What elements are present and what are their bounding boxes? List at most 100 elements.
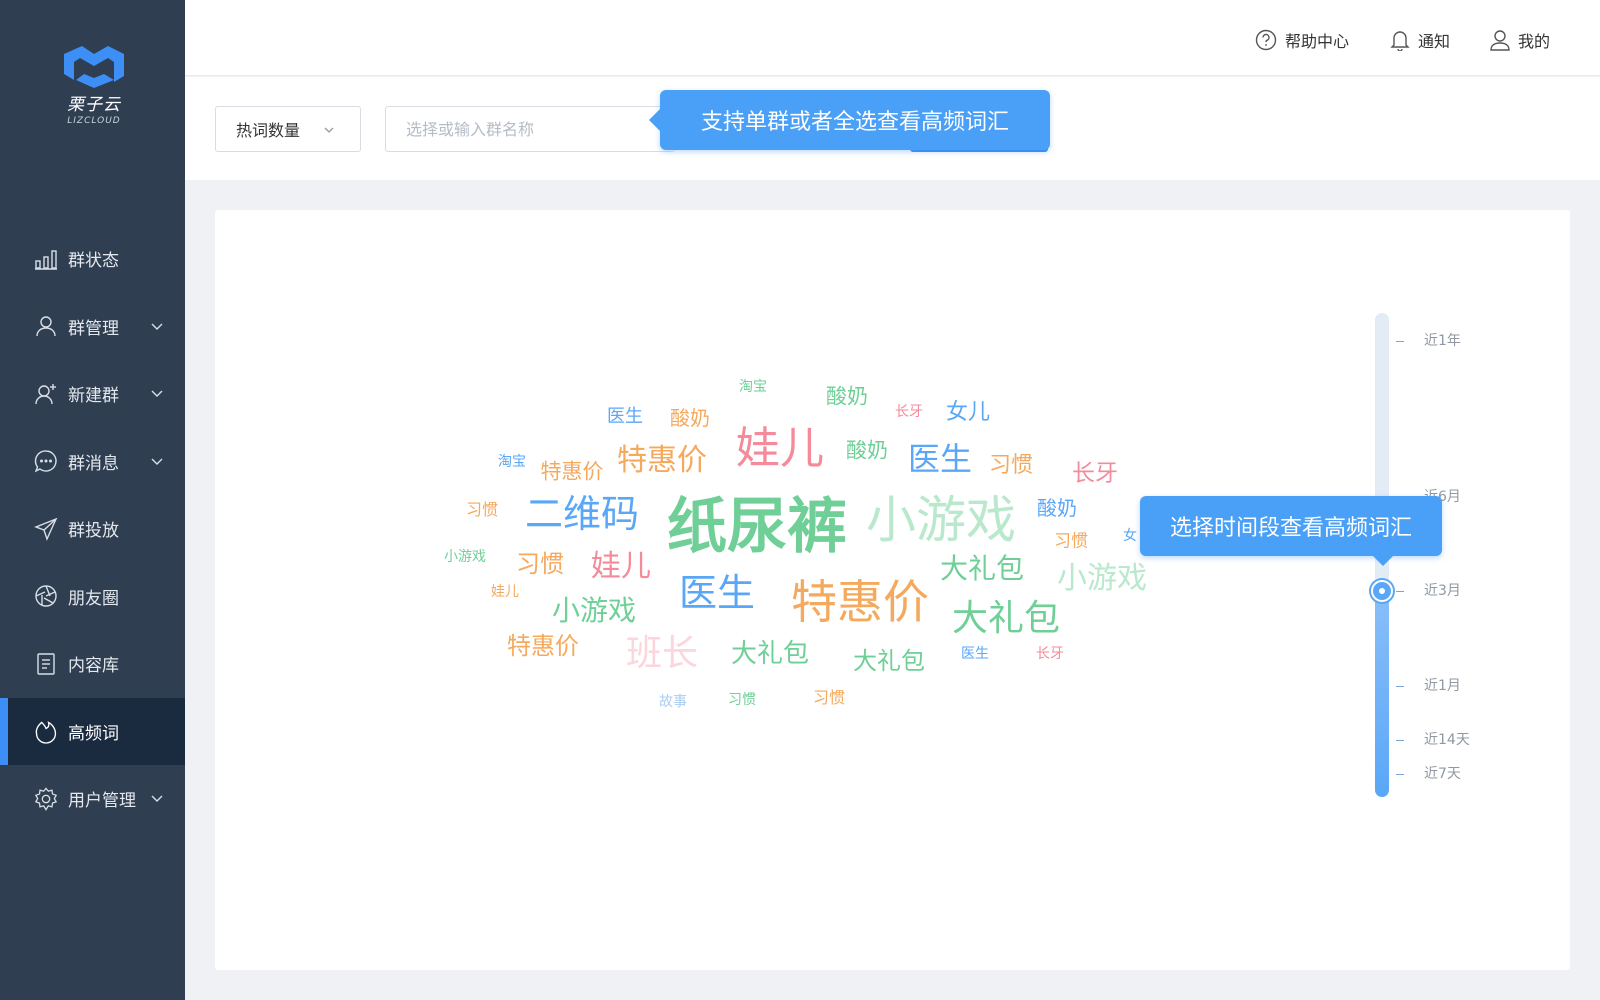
slider-tick [1396,774,1404,775]
sidebar-item-label: 内容库 [68,656,119,677]
bell-icon [1390,31,1410,51]
document-icon [34,652,58,676]
word-cloud-word[interactable]: 习惯 [1054,533,1088,551]
tooltip-text: 选择时间段查看高频词汇 [1169,516,1412,541]
help-icon [1255,29,1277,51]
chevron-down-icon [151,458,163,465]
user-icon [1490,30,1510,51]
sidebar-item-group-message[interactable]: 群消息 [0,428,185,496]
word-cloud-word[interactable]: 特惠价 [507,634,579,658]
sidebar-item-group-delivery[interactable]: 群投放 [0,495,185,563]
word-cloud-word[interactable]: 习惯 [989,455,1033,477]
word-cloud-word[interactable]: 小游戏 [1057,564,1147,594]
sidebar-item-group-manage[interactable]: 群管理 [0,293,185,361]
select-value: 热词数量 [236,121,301,140]
slider-option-14d[interactable]: 近14天 [1424,733,1470,747]
word-cloud-word[interactable]: 特惠价 [791,579,929,625]
add-user-icon [34,382,58,406]
word-cloud-word[interactable]: 医生 [908,443,972,475]
chevron-down-icon [151,323,163,330]
word-cloud-word[interactable]: 大礼包 [940,555,1024,583]
slider-fill [1375,580,1389,797]
sidebar-item-content-library[interactable]: 内容库 [0,630,185,698]
slider-thumb[interactable] [1371,580,1393,602]
word-cloud-word[interactable]: 故事 [659,695,687,709]
sidebar-item-label: 群状态 [68,251,119,272]
sidebar-item-moments[interactable]: 朋友圈 [0,563,185,631]
word-cloud-word[interactable]: 酸奶 [826,386,868,408]
word-cloud-word[interactable]: 纸尿裤 [667,497,847,557]
paper-plane-icon [34,517,58,541]
slider-option-3m[interactable]: 近3月 [1424,584,1461,598]
help-center-link[interactable]: 帮助中心 [1255,28,1349,52]
chat-bubble-icon [34,449,58,473]
word-cloud-word[interactable]: 酸奶 [846,440,888,462]
word-cloud-word[interactable]: 长牙 [1072,462,1118,486]
word-cloud-word[interactable]: 淘宝 [739,380,767,394]
slider-option-1y[interactable]: 近1年 [1424,334,1461,348]
user-icon [34,314,58,338]
slider-option-7d[interactable]: 近7天 [1424,767,1461,781]
sidebar-item-label: 新建群 [68,386,119,407]
word-cloud-word[interactable]: 女儿 [946,402,990,424]
slider-option-1m[interactable]: 近1月 [1424,679,1461,693]
hot-word-count-select[interactable]: 热词数量 [215,106,361,152]
aperture-icon [34,584,58,608]
word-cloud-word[interactable]: 大礼包 [853,649,925,673]
profile-link[interactable]: 我的 [1490,28,1550,52]
top-header: 帮助中心 通知 我的 [185,0,1600,76]
word-cloud-word[interactable]: 二维码 [525,495,639,533]
help-center-label: 帮助中心 [1285,32,1350,51]
word-cloud-word[interactable]: 医生 [679,574,755,612]
chevron-down-icon [151,795,163,802]
sidebar-nav: 群状态 群管理 新建群 群消息 群投放 朋友圈 内容库 高频词 用户管理 [0,225,185,833]
word-cloud-word[interactable]: 班长 [626,636,698,672]
flame-icon [34,719,58,744]
brand-logo[interactable]: 栗子云 LIZCLOUD [58,42,130,126]
group-select-tooltip: 支持单群或者全选查看高频词汇 [649,90,1050,150]
word-cloud-word[interactable]: 酸奶 [670,408,710,428]
sidebar-item-user-manage[interactable]: 用户管理 [0,765,185,833]
word-cloud-word[interactable]: 小游戏 [552,597,636,625]
sidebar-item-new-group[interactable]: 新建群 [0,360,185,428]
word-cloud-word[interactable]: 淘宝 [498,455,526,469]
word-cloud-word[interactable]: 医生 [607,408,643,426]
tooltip-text: 支持单群或者全选查看高频词汇 [700,110,1009,135]
gear-icon [34,787,58,811]
group-search-input[interactable] [385,106,675,152]
word-cloud-word[interactable]: 小游戏 [444,550,486,564]
word-cloud-word[interactable]: 娃儿 [491,585,519,599]
slider-tick [1396,341,1404,342]
sidebar-item-label: 用户管理 [68,791,136,812]
notification-label: 通知 [1418,32,1451,51]
sidebar-item-label: 群管理 [68,318,119,339]
word-cloud-word[interactable]: 长牙 [1036,647,1064,661]
word-cloud-word[interactable]: 长牙 [895,405,923,419]
sidebar: 栗子云 LIZCLOUD 群状态 群管理 新建群 群消息 群投放 朋友圈 内容库… [0,0,185,1000]
word-cloud-word[interactable]: 医生 [961,647,989,661]
word-cloud-word[interactable]: 特惠价 [541,461,604,483]
word-cloud-word[interactable]: 大礼包 [731,641,809,667]
bar-chart-icon [34,247,58,271]
word-cloud-word[interactable]: 习惯 [728,693,756,707]
sidebar-item-hot-words[interactable]: 高频词 [0,697,185,765]
word-cloud-word[interactable]: 女 [1123,529,1137,543]
word-cloud-word[interactable]: 习惯 [516,552,564,576]
word-cloud-word[interactable]: 酸奶 [1037,498,1077,518]
slider-tick [1396,686,1404,687]
profile-label: 我的 [1518,32,1551,51]
brand-name: 栗子云 [67,95,121,115]
word-cloud-word[interactable]: 娃儿 [736,427,824,471]
sidebar-item-group-status[interactable]: 群状态 [0,225,185,293]
word-cloud-word[interactable]: 娃儿 [591,552,651,582]
slider-tick [1396,740,1404,741]
word-cloud-word[interactable]: 大礼包 [952,601,1060,637]
word-cloud-word[interactable]: 小游戏 [866,495,1016,545]
sidebar-item-label: 群消息 [68,453,119,474]
word-cloud-word[interactable]: 习惯 [813,690,845,706]
chevron-down-icon [324,127,334,133]
notification-link[interactable]: 通知 [1390,28,1450,52]
word-cloud-word[interactable]: 特惠价 [617,446,707,476]
slider-tick [1396,591,1404,592]
word-cloud-word[interactable]: 习惯 [466,502,498,518]
